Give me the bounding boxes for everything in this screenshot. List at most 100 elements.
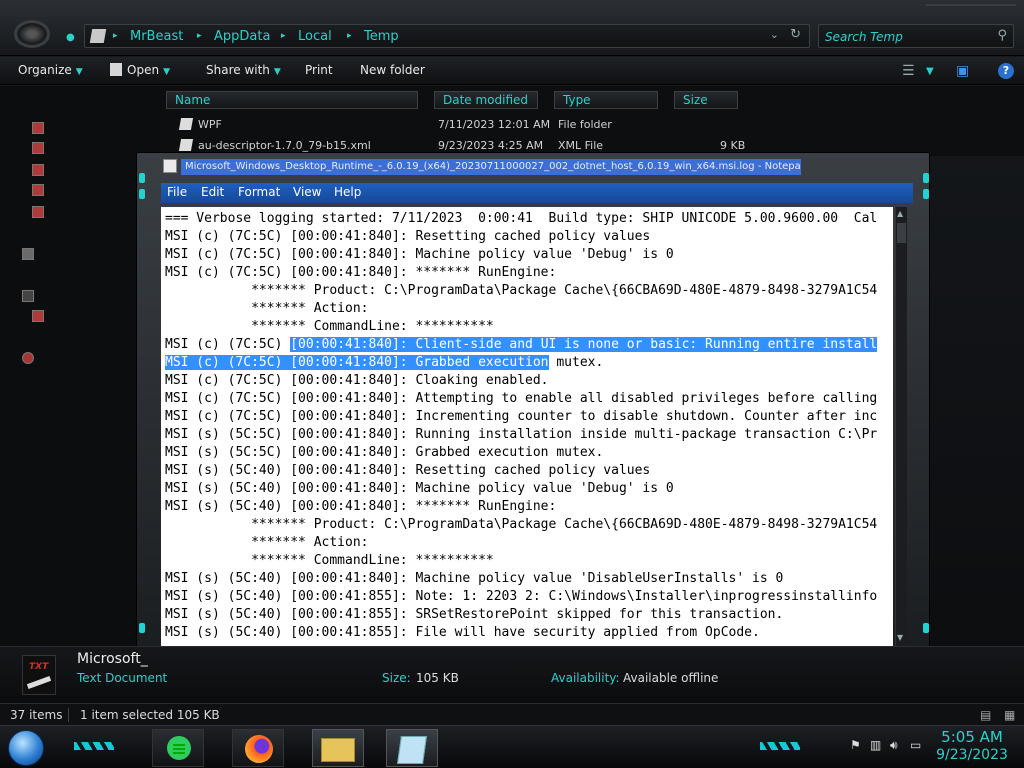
network-icon[interactable]: ▥ [870, 738, 884, 752]
preview-pane-icon[interactable]: ▣ [956, 63, 969, 79]
search-input[interactable]: Search Temp ⚲ [818, 24, 1014, 48]
log-line: MSI (c) (7C:5C) [00:00:41:840]: Attempti… [165, 391, 878, 406]
favorite-icon[interactable] [32, 184, 44, 196]
scroll-up-icon[interactable]: ▲ [897, 209, 903, 218]
log-line: MSI (s) (5C:40) [00:00:41:855]: SRSetRes… [165, 607, 784, 622]
column-header-name[interactable]: Name [166, 91, 418, 109]
search-placeholder: Search Temp [825, 30, 903, 44]
details-availability-value: Available offline [623, 671, 719, 685]
log-line: ******* Product: C:\ProgramData\Package … [165, 517, 878, 532]
notepad-title[interactable]: Microsoft_Windows_Desktop_Runtime_-_6.0.… [181, 159, 801, 175]
chevron-down-icon: ▼ [163, 67, 170, 77]
breadcrumb-temp[interactable]: Temp [364, 29, 399, 44]
taskbar-app-notepad[interactable] [386, 729, 438, 767]
details-availability-label: Availability: [551, 671, 620, 685]
favorite-icon[interactable] [32, 164, 44, 176]
column-header-size[interactable]: Size [674, 91, 738, 109]
chevron-down-icon: ▼ [75, 67, 83, 77]
action-center-icon[interactable]: ⚑ [850, 738, 864, 752]
favorite-icon[interactable] [32, 142, 44, 154]
frame-glow [139, 173, 145, 183]
share-with-button[interactable]: Share with ▼ [206, 63, 281, 77]
taskbar-app-firefox[interactable] [232, 729, 284, 767]
menu-file[interactable]: File [167, 185, 187, 199]
log-line: MSI (s) (5C:40) [00:00:41:840]: Machine … [165, 481, 674, 496]
chevron-down-icon: ▼ [273, 67, 281, 77]
history-dot-icon[interactable]: ● [66, 32, 75, 43]
folder-icon [178, 118, 194, 130]
scroll-down-icon[interactable]: ▼ [897, 633, 903, 642]
vertical-scrollbar[interactable]: ▲ ▼ [895, 207, 907, 647]
notepad-window[interactable]: Microsoft_Windows_Desktop_Runtime_-_6.0.… [136, 152, 930, 662]
file-row[interactable]: WPF 7/11/2023 12:01 AM File folder [160, 116, 1024, 134]
address-bar[interactable]: ▸ MrBeast ▸ AppData ▸ Local ▸ Temp ⌄ ↻ [84, 24, 810, 48]
back-forward-orb[interactable] [14, 20, 50, 48]
breadcrumb-mrbeast[interactable]: MrBeast [130, 29, 183, 44]
start-button[interactable] [8, 730, 44, 766]
open-button[interactable]: Open ▼ [110, 63, 170, 77]
libraries-icon[interactable] [22, 248, 34, 260]
text-selection: MSI (c) (7C:5C) [00:00:41:840]: Grabbed … [165, 355, 549, 370]
frame-glow [923, 623, 929, 633]
notepad-icon[interactable] [163, 159, 177, 173]
taskbar-decoration [74, 742, 114, 750]
favorite-icon[interactable] [32, 206, 44, 218]
chevron-right-icon[interactable]: ▸ [281, 31, 286, 41]
breadcrumb-local[interactable]: Local [298, 29, 332, 44]
clock-time[interactable]: 5:05 AM [930, 728, 1014, 746]
favorite-icon[interactable] [32, 122, 44, 134]
details-view-icon[interactable]: ▤ [980, 708, 991, 722]
column-header-type[interactable]: Type [554, 91, 658, 109]
breadcrumb-appdata[interactable]: AppData [214, 29, 270, 44]
taskbar-decoration [760, 742, 800, 750]
log-line: MSI (c) (7C:5C) [00:00:41:840]: Cloaking… [165, 373, 549, 388]
log-line: MSI (c) (7C:5C) [00:00:41:840]: Resettin… [165, 229, 651, 244]
status-divider [68, 708, 69, 722]
frame-glow [139, 189, 145, 199]
chevron-right-icon[interactable]: ▸ [197, 31, 202, 41]
tiles-view-icon[interactable]: ▦ [1004, 708, 1015, 722]
xml-file-icon [178, 139, 194, 151]
organize-button[interactable]: Organize ▼ [18, 63, 83, 77]
log-line: ******* CommandLine: ********** [165, 319, 494, 334]
notepad-menubar: File Edit Format View Help [161, 183, 913, 203]
firefox-icon [245, 735, 273, 763]
network-icon[interactable] [22, 352, 34, 364]
speaker-icon[interactable]: 🔊︎ [890, 738, 904, 752]
log-line: MSI (s) (5C:40) [00:00:41:840]: Machine … [165, 571, 784, 586]
title-decoration [926, 4, 1016, 10]
log-line: MSI (s) (5C:40) [00:00:41:855]: Note: 1:… [165, 589, 878, 604]
search-icon[interactable]: ⚲ [997, 28, 1007, 43]
computer-icon[interactable] [22, 290, 34, 302]
drive-icon[interactable] [32, 310, 44, 322]
chevron-right-icon[interactable]: ▸ [347, 31, 352, 41]
new-folder-button[interactable]: New folder [360, 63, 425, 77]
log-line: ******* Action: [165, 535, 369, 550]
help-icon[interactable]: ? [998, 63, 1014, 79]
view-options-icon[interactable]: ☰ [902, 63, 915, 79]
clock-date[interactable]: 9/23/2023 [930, 747, 1014, 763]
language-icon[interactable]: ▭ [910, 738, 924, 752]
file-type: File folder [558, 118, 612, 131]
menu-view[interactable]: View [293, 185, 321, 199]
scroll-thumb[interactable] [897, 223, 906, 243]
print-button[interactable]: Print [305, 63, 333, 77]
menu-edit[interactable]: Edit [201, 185, 224, 199]
column-header-date[interactable]: Date modified [434, 91, 538, 109]
chevron-right-icon[interactable]: ▸ [113, 31, 118, 41]
log-line: ******* CommandLine: ********** [165, 553, 494, 568]
refresh-icon[interactable]: ↻ [790, 27, 801, 42]
taskbar-app-sheets[interactable] [152, 729, 204, 767]
items-count: 37 items [10, 708, 63, 722]
view-dropdown-icon[interactable]: ▼ [926, 66, 934, 77]
menu-help[interactable]: Help [334, 185, 361, 199]
address-dropdown-icon[interactable]: ⌄ [770, 28, 779, 41]
menu-format[interactable]: Format [238, 185, 280, 199]
log-text: MSI (c) (7C:5C) [165, 337, 291, 352]
notepad-text-area[interactable]: === Verbose logging started: 7/11/2023 0… [161, 207, 893, 647]
log-line: MSI (s) (5C:40) [00:00:41:855]: File wil… [165, 625, 760, 640]
file-type: XML File [558, 139, 604, 152]
share-with-label: Share with [206, 63, 270, 77]
log-line: ******* Action: [165, 301, 369, 316]
taskbar-app-explorer[interactable] [312, 729, 364, 767]
